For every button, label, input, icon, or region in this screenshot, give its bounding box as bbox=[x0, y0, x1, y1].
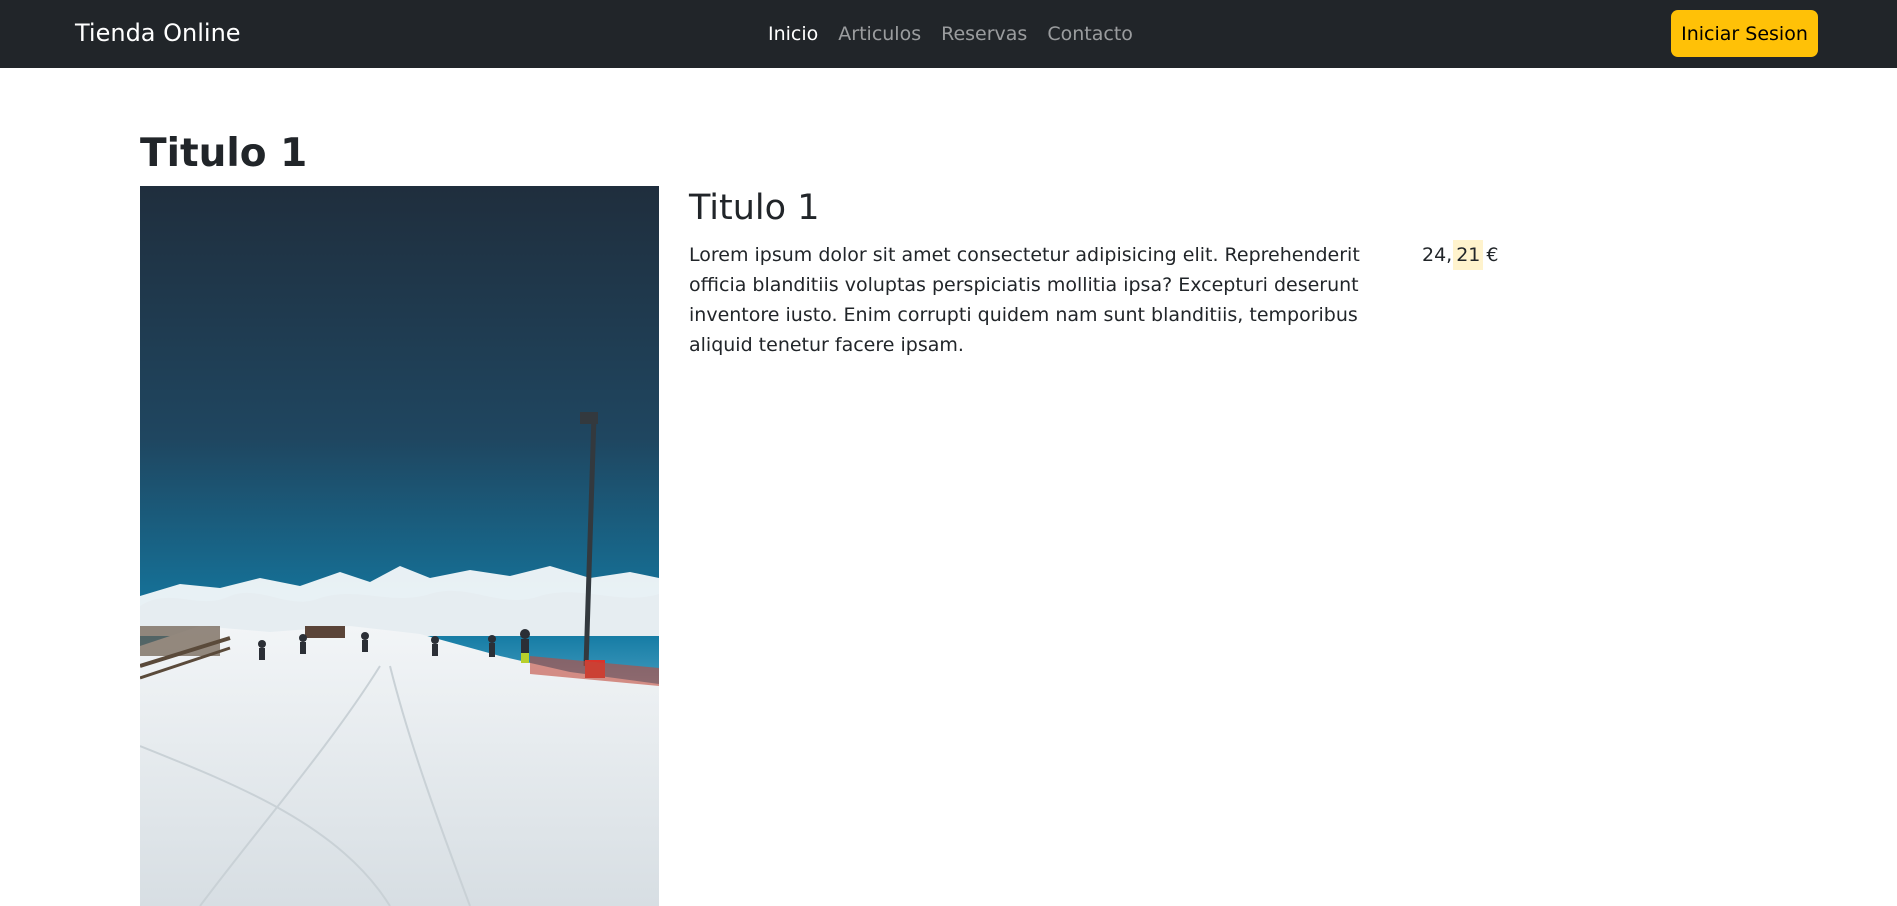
nav-link-reservas[interactable]: Reservas bbox=[941, 19, 1027, 49]
nav-link-inicio[interactable]: Inicio bbox=[768, 19, 818, 49]
product-description: Lorem ipsum dolor sit amet consectetur a… bbox=[689, 244, 1360, 356]
product-title: Titulo 1 bbox=[689, 188, 820, 228]
product-image bbox=[140, 186, 659, 906]
page-title: Titulo 1 bbox=[140, 131, 308, 176]
nav-links: Inicio Articulos Reservas Contacto bbox=[768, 19, 1133, 49]
ski-slope-photo-icon bbox=[140, 186, 659, 906]
top-navbar: Tienda Online Inicio Articulos Reservas … bbox=[0, 0, 1897, 68]
price-currency: € bbox=[1486, 244, 1499, 266]
price-integer: 24, bbox=[1422, 244, 1453, 266]
nav-link-articulos[interactable]: Articulos bbox=[838, 19, 921, 49]
price-decimal: 21 bbox=[1453, 240, 1484, 270]
brand-link[interactable]: Tienda Online bbox=[75, 16, 241, 50]
login-button[interactable]: Iniciar Sesion bbox=[1671, 10, 1818, 57]
product-price: 24, 21 € bbox=[1422, 240, 1499, 270]
nav-link-contacto[interactable]: Contacto bbox=[1047, 19, 1133, 49]
